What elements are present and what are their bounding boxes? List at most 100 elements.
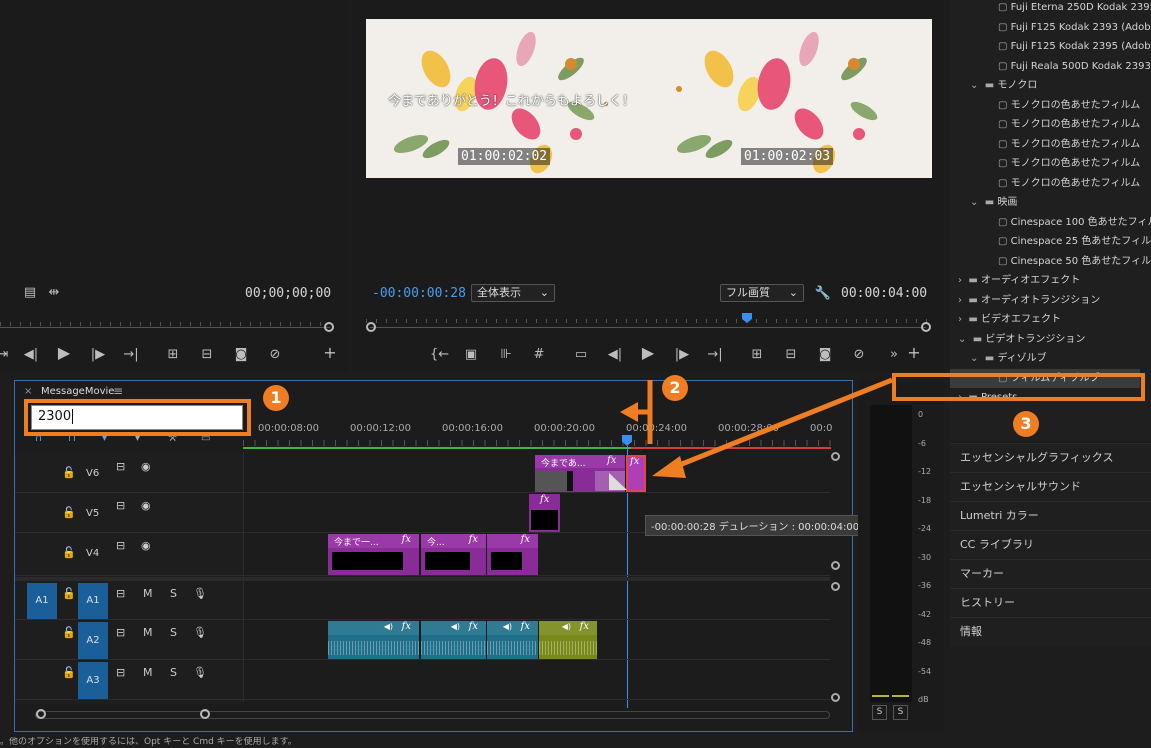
effect-preset[interactable]: ▢ Fuji F125 Kodak 2393 (Adobe)	[950, 18, 1151, 38]
mark-out-icon[interactable]: ⇥	[0, 347, 12, 363]
effects-folder[interactable]: › ▬ オーディオエフェクト	[950, 271, 1151, 291]
panel-tab[interactable]: マーカー	[950, 559, 1151, 588]
vertical-scroll-audio[interactable]	[831, 582, 840, 591]
panel-tab[interactable]: CC ライブラリ	[950, 530, 1151, 559]
lock-icon[interactable]: 🔓	[62, 666, 76, 679]
step-forward-icon[interactable]: |▶	[89, 347, 107, 363]
lock-icon[interactable]: 🔓	[62, 587, 76, 600]
close-tab-icon[interactable]: ×	[24, 386, 32, 397]
overwrite-icon[interactable]: ⊟	[198, 347, 216, 363]
step-back-icon[interactable]: ◀|	[606, 347, 624, 363]
effect-preset[interactable]: ▢ モノクロの色あせたフィルム	[950, 154, 1151, 174]
mute-button[interactable]: M	[143, 666, 153, 679]
play-icon[interactable]: ▶	[55, 345, 73, 361]
panel-tab[interactable]: 情報	[950, 617, 1151, 646]
effects-folder[interactable]: › ▬ オーディオトランジション	[950, 291, 1151, 311]
multi-cam-icon[interactable]: ⊘	[850, 347, 868, 363]
track-label-v5[interactable]: V5	[86, 508, 99, 519]
toggle-sync-icon[interactable]: ⊟	[116, 460, 125, 473]
multi-cam-icon[interactable]: ⊘	[266, 347, 284, 363]
effect-preset[interactable]: ▢ Fuji F125 Kodak 2395 (Adobe)	[950, 37, 1151, 57]
effect-preset[interactable]: ▢ Cinespace 25 色あせたフィル	[950, 232, 1151, 252]
audio-clip-a2[interactable]: ◀) fx	[328, 621, 419, 659]
effect-preset[interactable]: ▢ モノクロの色あせたフィルム	[950, 96, 1151, 116]
audio-clip-a2[interactable]: ◀) fx	[421, 621, 486, 659]
quality-dropdown[interactable]: フル画質 ⌄	[720, 284, 804, 302]
meter-solo-left[interactable]: S	[872, 705, 887, 720]
mute-button[interactable]: M	[143, 587, 153, 600]
effect-preset[interactable]: ▢ Fuji Eterna 250D Kodak 2395 (A	[950, 0, 1151, 18]
step-forward-icon[interactable]: |▶	[673, 347, 691, 363]
track-label-v6[interactable]: V6	[86, 468, 99, 479]
effect-preset[interactable]: ▢ Cinespace 100 色あせたフィル	[950, 213, 1151, 233]
clip-v4[interactable]: 今まで一... fx	[328, 534, 419, 575]
microphone-icon[interactable]: 🎙	[193, 626, 207, 639]
extract-icon[interactable]: ⊪	[497, 347, 515, 363]
effect-preset[interactable]: ▢ モノクロの色あせたフィルム	[950, 135, 1151, 155]
toggle-sync-icon[interactable]: ⊟	[116, 539, 125, 552]
play-icon[interactable]: ▶	[639, 345, 657, 361]
more-icon[interactable]: »	[885, 347, 903, 363]
horizontal-scrollbar[interactable]	[35, 709, 830, 719]
wrench-icon[interactable]: 🔧	[814, 286, 832, 302]
eye-icon[interactable]: ◉	[141, 460, 151, 473]
add-button-icon[interactable]: +	[905, 345, 923, 361]
go-to-out-icon[interactable]: →|	[706, 347, 724, 363]
clip-v4[interactable]: fx	[487, 534, 538, 575]
toggle-sync-icon[interactable]: ⊟	[116, 499, 125, 512]
vertical-scroll-bottom[interactable]	[831, 693, 840, 702]
clip-v4[interactable]: 今... fx	[421, 534, 486, 575]
effect-preset[interactable]: ▢ Cinespace 50 色あせたフィル	[950, 252, 1151, 272]
microphone-icon[interactable]: 🎙	[193, 666, 207, 679]
effects-folder[interactable]: ⌄ ▬ 映画	[950, 193, 1151, 213]
camera-icon[interactable]: ◙	[232, 347, 250, 363]
effect-preset[interactable]: ▢ モノクロの色あせたフィルム	[950, 174, 1151, 194]
insert-clip-icon[interactable]: ⊞	[164, 347, 182, 363]
source-patch-a1[interactable]: A1	[27, 583, 57, 619]
solo-button[interactable]: S	[170, 587, 177, 600]
effects-folder[interactable]: › ▬ ビデオエフェクト	[950, 310, 1151, 330]
track-label-a3[interactable]: A3	[78, 662, 108, 699]
clip-v5[interactable]: fx	[529, 494, 560, 532]
zoom-dropdown[interactable]: 全体表示 ⌄	[471, 284, 555, 302]
solo-button[interactable]: S	[170, 626, 177, 639]
mute-button[interactable]: M	[143, 626, 153, 639]
effects-folder[interactable]: ⌄ ▬ ビデオトランジション	[950, 330, 1151, 350]
lock-icon[interactable]: 🔓	[62, 466, 76, 479]
lift-clip-icon[interactable]: ⊞	[748, 347, 766, 363]
program-scrubber[interactable]	[366, 313, 932, 337]
mark-in-icon[interactable]: {←	[430, 347, 449, 363]
lift-icon[interactable]: ▣	[462, 347, 480, 363]
add-button-icon[interactable]: +	[321, 345, 339, 361]
effects-folder[interactable]: ⌄ ▬ ディゾルブ	[950, 349, 1151, 369]
extract-clip-icon[interactable]: ⊟	[782, 347, 800, 363]
safe-margins-icon[interactable]: ▭	[572, 347, 590, 363]
vertical-scroll-mid[interactable]	[831, 561, 840, 570]
step-back-icon[interactable]: ◀|	[22, 347, 40, 363]
effect-preset[interactable]: ▢ モノクロの色あせたフィルム	[950, 115, 1151, 135]
lock-icon[interactable]: 🔓	[62, 626, 76, 639]
go-to-out-icon[interactable]: →|	[122, 347, 140, 363]
microphone-icon[interactable]: 🎙	[193, 587, 207, 600]
program-current-time[interactable]: -00:00:00:28	[372, 286, 466, 301]
audio-clip-a2[interactable]: ◀) fx	[539, 621, 597, 659]
effects-folder[interactable]: ⌄ ▬ モノクロ	[950, 76, 1151, 96]
source-scrubber[interactable]	[0, 320, 334, 334]
solo-button[interactable]: S	[170, 666, 177, 679]
panel-tab[interactable]: ヒストリー	[950, 588, 1151, 617]
toggle-sync-icon[interactable]: ⊟	[116, 626, 125, 639]
work-area-bar-green[interactable]	[243, 447, 631, 449]
track-label-v4[interactable]: V4	[86, 548, 99, 559]
meter-solo-right[interactable]: S	[893, 705, 908, 720]
lock-icon[interactable]: 🔓	[62, 506, 76, 519]
camera-icon[interactable]: ◙	[816, 347, 834, 363]
source-timecode[interactable]: 00;00;00;00	[245, 286, 331, 301]
timeline-tab[interactable]: MessageMovie	[41, 386, 114, 397]
toggle-sync-icon[interactable]: ⊟	[116, 666, 125, 679]
grid-icon[interactable]: #	[530, 347, 548, 363]
effect-preset[interactable]: ▢ Fuji Reala 500D Kodak 2393 (A	[950, 57, 1151, 77]
eye-icon[interactable]: ◉	[141, 539, 151, 552]
eye-icon[interactable]: ◉	[141, 499, 151, 512]
track-label-a2[interactable]: A2	[78, 622, 108, 659]
lock-icon[interactable]: 🔓	[62, 546, 76, 559]
